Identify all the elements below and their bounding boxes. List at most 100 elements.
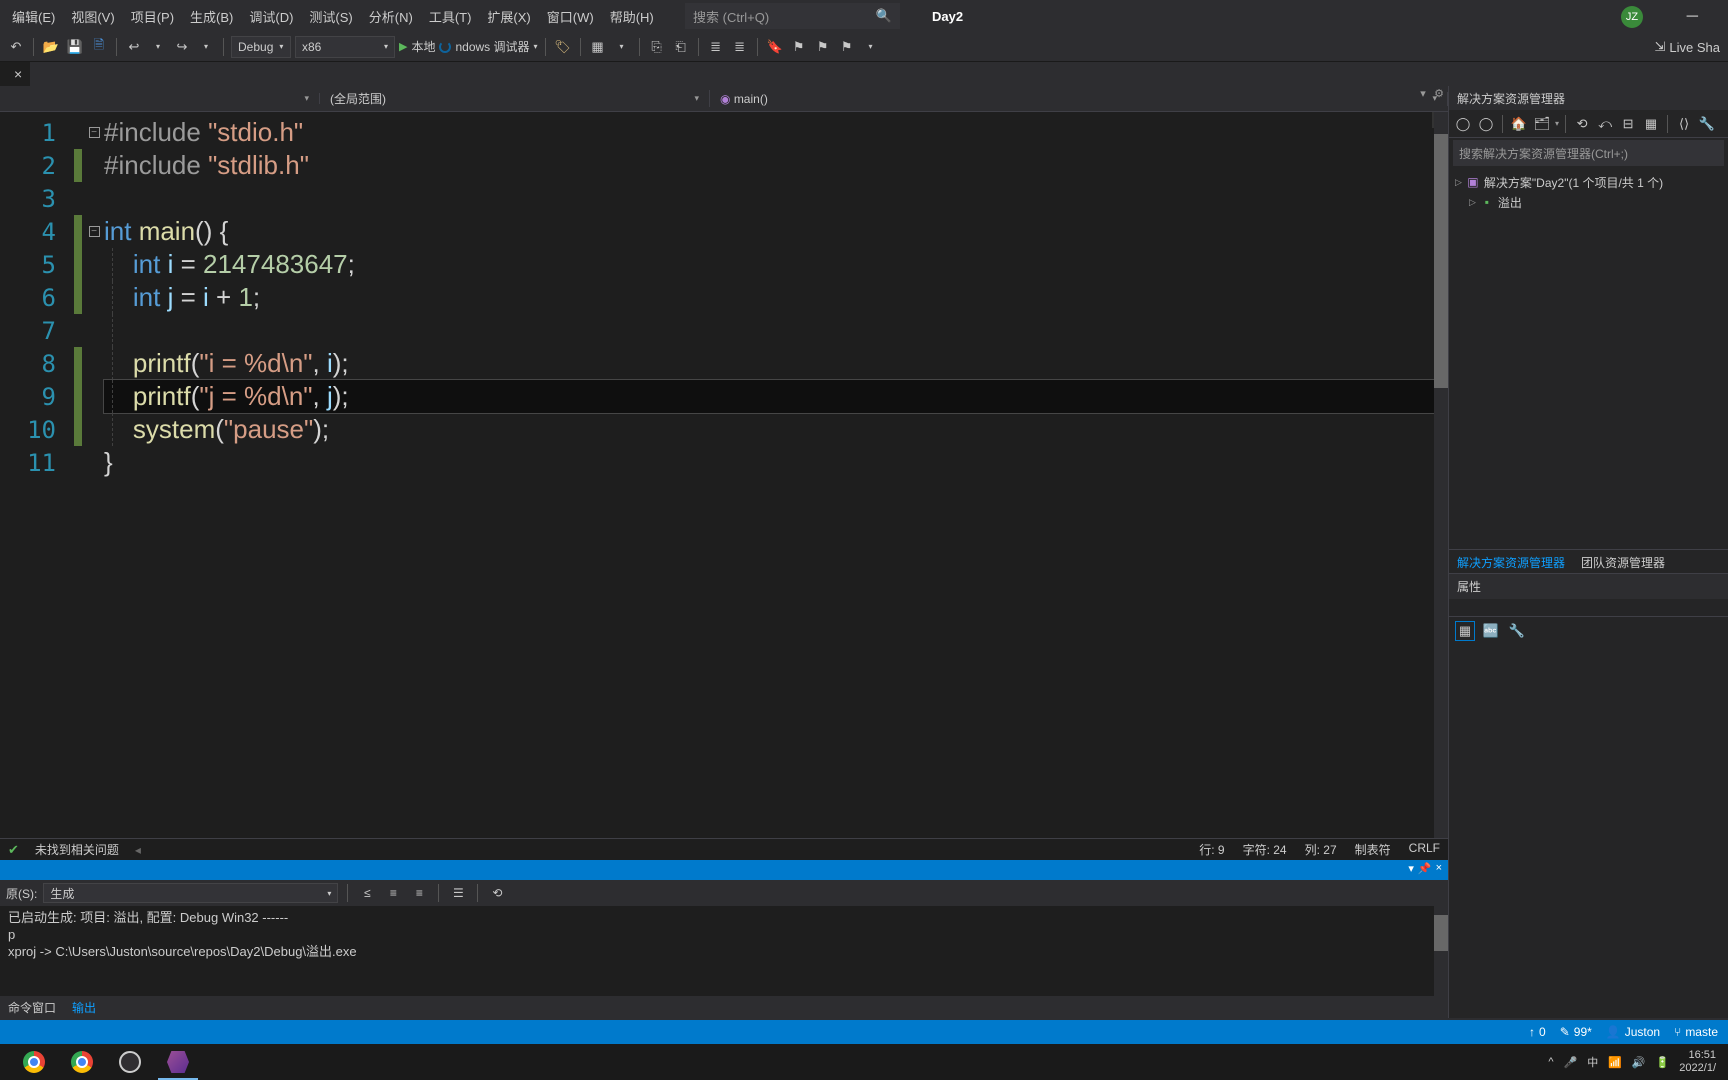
switch-view-icon[interactable]: 🗂 [1532,114,1552,134]
user-status[interactable]: 👤Juston [1606,1025,1660,1039]
properties-icon[interactable]: 🔧 [1697,114,1717,134]
menu-调试(D)[interactable]: 调试(D) [241,3,301,30]
toolbar-icon[interactable]: ▦ [588,37,608,57]
menu-项目(P)[interactable]: 项目(P) [123,3,182,30]
refresh-icon[interactable]: ⤺ [1595,114,1615,134]
chevron-up-icon[interactable]: ^ [1548,1056,1553,1068]
show-all-icon[interactable]: ▦ [1641,114,1661,134]
system-tray[interactable]: ^ 🎤 中 📶 🔊 🔋 16:51 2022/1/ [1540,1044,1724,1080]
code-scrollbar[interactable] [1434,112,1448,838]
panel-title: 解决方案资源管理器 [1449,86,1728,110]
toolbar-icon[interactable]: ⚑ [789,37,809,57]
dropdown-icon[interactable]: ▾ [1408,862,1414,875]
output-toolbar: 原(S): 生成▾ ≤ ≡ ≡ ☰ ⟲ [0,880,1448,906]
window-minimize[interactable]: ─ [1687,8,1698,26]
home-icon[interactable]: 🏠 [1509,114,1529,134]
volume-icon[interactable]: 🔊 [1632,1056,1646,1069]
user-avatar[interactable]: JZ [1621,6,1643,28]
menu-视图(V)[interactable]: 视图(V) [63,3,122,30]
branch-status[interactable]: ⑂maste [1674,1025,1718,1039]
wifi-icon[interactable]: 📶 [1608,1056,1622,1069]
sync-icon[interactable]: ⟲ [1572,114,1592,134]
redo-icon[interactable]: ↪ [172,37,192,57]
nav-project-dropdown[interactable]: ▾ [0,93,320,104]
pin-icon[interactable]: 📌 [1418,862,1432,875]
menu-帮助(H)[interactable]: 帮助(H) [602,3,662,30]
output-icon[interactable]: ☰ [448,883,468,903]
output-icon[interactable]: ⟲ [487,883,507,903]
toolbar-icon[interactable]: 🏷 [553,37,573,57]
indent-icon[interactable]: ≣ [706,37,726,57]
solution-tree[interactable]: ▷ ▣ 解决方案"Day2"(1 个项目/共 1 个) ▷ ▪ 溢出 [1449,168,1728,549]
editor-gear-icon[interactable]: ⚙ [1432,86,1446,100]
change-indicator [72,112,84,838]
nav-back-icon[interactable]: ↶ [6,37,26,57]
properties-grid[interactable] [1449,645,1728,1018]
play-icon[interactable]: ▶ [399,40,407,53]
live-share-button[interactable]: ⇲ Live Sha [1647,32,1728,62]
solution-search[interactable]: 搜索解决方案资源管理器(Ctrl+;) [1453,140,1724,166]
menu-编辑(E)[interactable]: 编辑(E) [4,3,63,30]
close-icon[interactable]: × [14,66,22,82]
tabs-indicator: 制表符 [1355,841,1391,858]
code-text[interactable]: #include "stdio.h"#include "stdlib.h"int… [104,112,1448,838]
file-tab[interactable]: × [0,62,30,86]
toolbar-icon[interactable]: ⚑ [813,37,833,57]
outdent-icon[interactable]: ≣ [730,37,750,57]
undo-icon[interactable]: ↩ [124,37,144,57]
tree-project-node[interactable]: ▷ ▪ 溢出 [1449,192,1728,212]
taskbar-chrome2[interactable] [58,1044,106,1080]
editor-options-icon[interactable]: ▾ [1416,86,1430,100]
forward-icon[interactable]: ◯ [1476,114,1496,134]
search-box[interactable]: 搜索 (Ctrl+Q) 🔍 [685,3,900,29]
tab-solution-explorer[interactable]: 解决方案资源管理器 [1449,550,1573,573]
toolbar-icon[interactable]: ⚑ [837,37,857,57]
bookmark-icon[interactable]: 🔖 [765,37,785,57]
tree-solution-node[interactable]: ▷ ▣ 解决方案"Day2"(1 个项目/共 1 个) [1449,172,1728,192]
close-icon[interactable]: × [1436,862,1442,875]
output-icon[interactable]: ≡ [409,883,429,903]
wrench-icon[interactable]: 🔧 [1507,621,1527,641]
taskbar-obs[interactable] [106,1044,154,1080]
nav-scope-dropdown[interactable]: (全局范围)▾ [320,90,710,107]
menu-工具(T)[interactable]: 工具(T) [421,3,480,30]
tab-team-explorer[interactable]: 团队资源管理器 [1573,550,1673,573]
clock[interactable]: 16:51 2022/1/ [1679,1049,1716,1075]
code-icon[interactable]: ⟨⟩ [1674,114,1694,134]
menu-分析(N)[interactable]: 分析(N) [361,3,421,30]
mic-icon[interactable]: 🎤 [1563,1056,1577,1069]
categorize-icon[interactable]: ▦ [1455,621,1475,641]
code-area[interactable]: 1234567891011 −− #include "stdio.h"#incl… [0,112,1448,838]
toolbar-icon[interactable]: ⎗ [671,37,691,57]
platform-dropdown[interactable]: x86▾ [295,36,395,58]
output-text[interactable]: 已启动生成: 项目: 溢出, 配置: Debug Win32 ------ p … [0,906,1448,996]
taskbar-visualstudio[interactable] [154,1044,202,1080]
save-all-icon[interactable]: 🗎 [89,37,109,57]
upload-status[interactable]: ↑0 [1529,1025,1546,1039]
debugger-selector[interactable]: 本地ndows 调试器▾ [411,38,537,55]
toolbar-icon[interactable]: ⎘ [647,37,667,57]
menu-生成(B)[interactable]: 生成(B) [182,3,241,30]
menu-窗口(W)[interactable]: 窗口(W) [539,3,602,30]
nav-function-dropdown[interactable]: ◉ main()▾ [710,92,1448,106]
battery-icon[interactable]: 🔋 [1656,1056,1670,1069]
ime-icon[interactable]: 中 [1587,1054,1598,1070]
alpha-icon[interactable]: 🔤 [1481,621,1501,641]
output-icon[interactable]: ≤ [357,883,377,903]
collapse-icon[interactable]: ⊟ [1618,114,1638,134]
menu-测试(S)[interactable]: 测试(S) [301,3,360,30]
edits-status[interactable]: ✎99* [1560,1025,1592,1039]
back-icon[interactable]: ◯ [1453,114,1473,134]
save-icon[interactable]: 💾 [65,37,85,57]
taskbar-chrome[interactable] [10,1044,58,1080]
search-icon: 🔍 [876,8,892,24]
output-source-dropdown[interactable]: 生成▾ [43,883,338,903]
output-icon[interactable]: ≡ [383,883,403,903]
tab-output[interactable]: 输出 [64,996,104,1018]
menu-扩展(X)[interactable]: 扩展(X) [479,3,538,30]
obs-icon [119,1051,141,1073]
config-dropdown[interactable]: Debug▾ [231,36,291,58]
open-file-icon[interactable]: 📂 [41,37,61,57]
menu-bar: 编辑(E)视图(V)项目(P)生成(B)调试(D)测试(S)分析(N)工具(T)… [0,0,1728,32]
tab-command-window[interactable]: 命令窗口 [0,996,64,1018]
